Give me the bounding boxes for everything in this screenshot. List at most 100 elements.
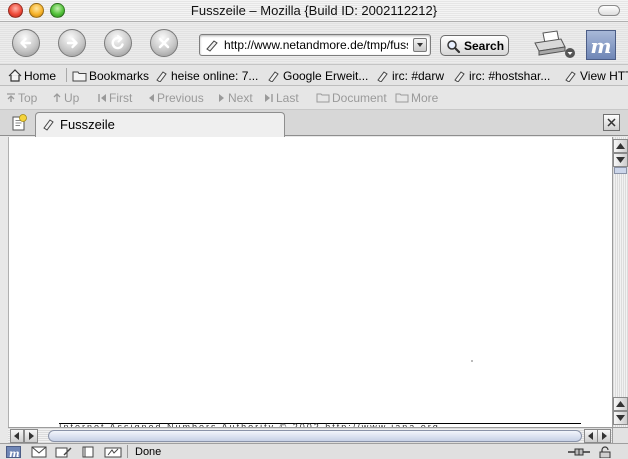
search-button[interactable]: Search bbox=[440, 35, 509, 56]
personal-item-irc-darw[interactable]: irc: #darw bbox=[376, 69, 444, 83]
bookmark-icon bbox=[268, 71, 279, 83]
printer-icon bbox=[534, 30, 575, 58]
horizontal-scroll-thumb[interactable] bbox=[48, 430, 582, 442]
right-arrow-icon bbox=[602, 432, 607, 440]
sitenav-next[interactable]: Next bbox=[218, 91, 253, 105]
scroll-left-button-end[interactable] bbox=[584, 429, 598, 443]
new-tab-icon bbox=[12, 114, 27, 131]
scroll-up-button-bottom[interactable] bbox=[613, 397, 628, 411]
personal-item-label: heise online: 7... bbox=[171, 69, 259, 83]
folder-icon bbox=[316, 93, 330, 103]
close-tab-button[interactable] bbox=[603, 114, 620, 131]
up-arrow-icon bbox=[616, 143, 625, 149]
url-bar[interactable]: http://www.netandmore.de/tmp/fusszeile.h… bbox=[199, 34, 431, 56]
composer-icon[interactable] bbox=[55, 446, 73, 458]
separator bbox=[66, 68, 67, 82]
vertical-scrollbar[interactable] bbox=[612, 137, 628, 427]
personal-item-home[interactable]: Home bbox=[8, 69, 56, 83]
toolbar-toggle-button[interactable] bbox=[598, 5, 620, 16]
magnifier-icon bbox=[447, 40, 461, 54]
chat-icon[interactable] bbox=[104, 446, 122, 458]
personal-item-view-http[interactable]: View HTT bbox=[564, 69, 628, 83]
previous-icon bbox=[149, 94, 154, 102]
page-content[interactable]: Internet Assigned Numbers Authority © 20… bbox=[8, 137, 612, 427]
mozilla-component-button[interactable]: m bbox=[6, 446, 21, 459]
personal-item-google[interactable]: Google Erweit... bbox=[267, 69, 368, 83]
down-arrow-icon bbox=[616, 415, 625, 421]
sitenav-last[interactable]: Last bbox=[264, 91, 299, 105]
stop-icon bbox=[158, 37, 170, 49]
last-icon bbox=[265, 94, 273, 102]
forward-button[interactable] bbox=[58, 29, 86, 57]
back-button[interactable] bbox=[12, 29, 40, 57]
close-icon bbox=[607, 118, 616, 127]
personal-toolbar: Home Bookmarks heise online: 7... Google… bbox=[0, 64, 628, 86]
sitenav-label: First bbox=[109, 91, 133, 105]
bookmark-icon bbox=[565, 71, 576, 83]
mozilla-m-icon: m bbox=[9, 449, 20, 459]
bookmark-icon bbox=[454, 71, 465, 83]
personal-item-label: irc: #hostshar... bbox=[469, 69, 551, 83]
window-title: Fusszeile – Mozilla {Build ID: 200211221… bbox=[190, 3, 438, 18]
horizontal-scrollbar[interactable] bbox=[8, 427, 612, 443]
scroll-down-button-bottom[interactable] bbox=[613, 411, 628, 425]
vertical-scroll-thumb[interactable] bbox=[614, 167, 627, 174]
print-button[interactable] bbox=[531, 29, 577, 59]
personal-item-bookmarks[interactable]: Bookmarks bbox=[72, 69, 149, 83]
sitenav-label: Top bbox=[18, 91, 38, 105]
first-icon bbox=[98, 94, 106, 102]
search-button-label: Search bbox=[464, 39, 505, 53]
left-arrow-icon bbox=[588, 432, 593, 440]
scroll-up-button[interactable] bbox=[613, 139, 628, 153]
personal-item-heise[interactable]: heise online: 7... bbox=[155, 69, 258, 83]
personal-item-label: Home bbox=[24, 69, 57, 83]
url-input[interactable]: http://www.netandmore.de/tmp/fusszeile.h… bbox=[224, 38, 408, 52]
sitenav-document[interactable]: Document bbox=[316, 91, 387, 105]
reload-button[interactable] bbox=[104, 29, 132, 57]
tab-label: Fusszeile bbox=[60, 117, 115, 132]
personal-item-label: Google Erweit... bbox=[283, 69, 369, 83]
svg-text:m: m bbox=[9, 449, 20, 458]
sitenav-label: Next bbox=[228, 91, 253, 105]
sitenav-label: Last bbox=[276, 91, 299, 105]
tab-strip: Fusszeile bbox=[0, 110, 628, 137]
stop-button[interactable] bbox=[150, 29, 178, 57]
next-icon bbox=[219, 94, 224, 102]
reload-icon bbox=[111, 35, 124, 50]
sitenav-label: Previous bbox=[157, 91, 204, 105]
forward-arrow-icon bbox=[66, 37, 78, 49]
left-arrow-icon bbox=[14, 432, 19, 440]
sitenav-up[interactable]: Up bbox=[52, 91, 79, 105]
personal-item-irc-hostshar[interactable]: irc: #hostshar... bbox=[453, 69, 550, 83]
navigation-toolbar: http://www.netandmore.de/tmp/fusszeile.h… bbox=[0, 22, 628, 64]
chevron-down-icon bbox=[417, 43, 423, 47]
mozilla-m-icon: m bbox=[590, 34, 612, 58]
up-arrow-icon bbox=[616, 401, 625, 407]
address-book-icon[interactable] bbox=[81, 446, 95, 458]
scroll-left-button[interactable] bbox=[10, 429, 24, 443]
home-icon bbox=[8, 69, 22, 82]
sitenav-label: Document bbox=[332, 91, 387, 105]
up-arrow-icon bbox=[53, 93, 61, 102]
folder-icon bbox=[395, 93, 409, 103]
sitenav-previous[interactable]: Previous bbox=[147, 91, 204, 105]
tab-fusszeile[interactable]: Fusszeile bbox=[35, 112, 285, 137]
url-history-dropdown[interactable] bbox=[413, 38, 427, 52]
sitenav-first[interactable]: First bbox=[97, 91, 132, 105]
personal-item-label: Bookmarks bbox=[89, 69, 150, 83]
bookmark-icon bbox=[43, 119, 54, 131]
scroll-right-button[interactable] bbox=[24, 429, 38, 443]
mozilla-throbber-logo[interactable]: m bbox=[586, 30, 616, 60]
new-tab-button[interactable] bbox=[9, 113, 29, 133]
back-arrow-icon bbox=[20, 37, 32, 49]
scroll-right-button-end[interactable] bbox=[597, 429, 611, 443]
scroll-down-button[interactable] bbox=[613, 153, 628, 167]
sitenav-top[interactable]: Top bbox=[6, 91, 37, 105]
mail-icon[interactable] bbox=[31, 446, 47, 458]
separator bbox=[127, 445, 128, 458]
bookmark-icon bbox=[377, 71, 388, 83]
online-plug-icon[interactable] bbox=[567, 446, 591, 458]
site-navigation-bar: Top Up First Previous Next Last Document… bbox=[0, 86, 628, 110]
lock-icon[interactable] bbox=[598, 446, 612, 458]
sitenav-more[interactable]: More bbox=[395, 91, 438, 105]
